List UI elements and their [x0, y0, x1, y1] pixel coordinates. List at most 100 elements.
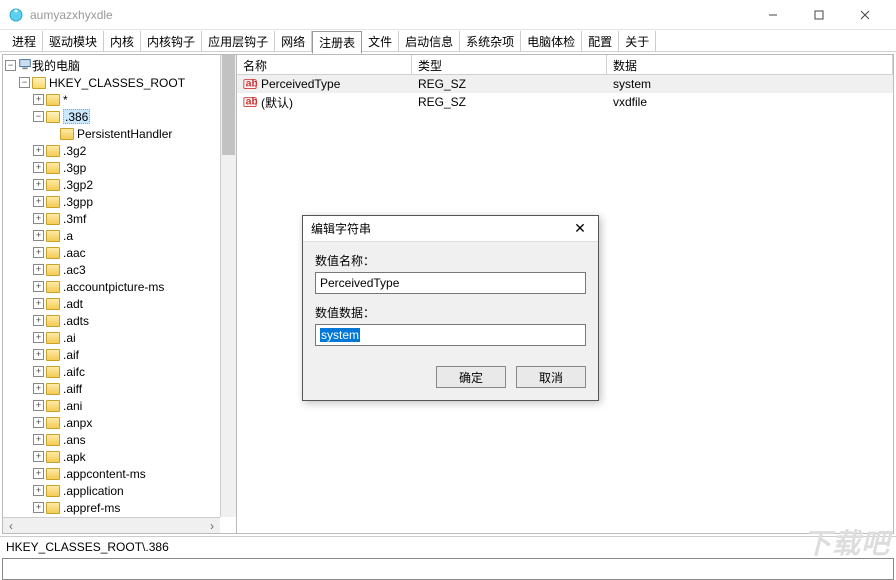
tree-item[interactable]: .3gpp — [63, 195, 93, 209]
tab-注册表[interactable]: 注册表 — [312, 31, 362, 54]
value-data-input[interactable]: system — [315, 324, 586, 346]
column-name[interactable]: 名称 — [237, 55, 412, 74]
computer-icon — [18, 57, 32, 74]
expand-toggle[interactable]: − — [19, 77, 30, 88]
tree-item[interactable]: .application — [63, 484, 124, 498]
tree-root[interactable]: 我的电脑 — [32, 57, 80, 74]
folder-icon — [46, 400, 60, 412]
tree-item[interactable]: .apk — [63, 450, 86, 464]
expand-toggle[interactable]: + — [33, 94, 44, 105]
tree-item[interactable]: * — [63, 93, 68, 107]
expand-toggle[interactable]: + — [33, 349, 44, 360]
command-input[interactable] — [2, 558, 894, 580]
expand-toggle[interactable]: − — [33, 111, 44, 122]
tab-应用层钩子[interactable]: 应用层钩子 — [202, 31, 275, 52]
tree-item[interactable]: .a — [63, 229, 73, 243]
tree-item[interactable]: .appref-ms — [63, 501, 120, 515]
tab-内核[interactable]: 内核 — [104, 31, 141, 52]
tree-item[interactable]: .3gp2 — [63, 178, 93, 192]
close-button[interactable] — [842, 0, 888, 30]
tab-进程[interactable]: 进程 — [6, 31, 43, 52]
value-type: REG_SZ — [412, 95, 607, 109]
tab-系统杂项[interactable]: 系统杂项 — [460, 31, 521, 52]
tab-文件[interactable]: 文件 — [362, 31, 399, 52]
folder-icon — [46, 349, 60, 361]
tab-内核钩子[interactable]: 内核钩子 — [141, 31, 202, 52]
column-type[interactable]: 类型 — [412, 55, 607, 74]
tab-关于[interactable]: 关于 — [619, 31, 656, 52]
folder-icon — [46, 383, 60, 395]
tree-item[interactable]: .ai — [63, 331, 76, 345]
folder-icon — [46, 332, 60, 344]
cancel-button[interactable]: 取消 — [516, 366, 586, 388]
expand-toggle[interactable]: − — [5, 60, 16, 71]
tree-item[interactable]: .aif — [63, 348, 79, 362]
minimize-button[interactable] — [750, 0, 796, 30]
tree-item[interactable]: .ani — [63, 399, 82, 413]
tree-item[interactable]: .aiff — [63, 382, 82, 396]
tree-item[interactable]: .3mf — [63, 212, 86, 226]
tree-item[interactable]: .adt — [63, 297, 83, 311]
tree-item[interactable]: .anpx — [63, 416, 92, 430]
tree-item[interactable]: .accountpicture-ms — [63, 280, 164, 294]
expand-toggle[interactable]: + — [33, 162, 44, 173]
value-name-input[interactable] — [315, 272, 586, 294]
tree-item[interactable]: .386 — [63, 109, 90, 124]
tree-item[interactable]: .aac — [63, 246, 86, 260]
expand-toggle[interactable]: + — [33, 213, 44, 224]
folder-icon — [60, 128, 74, 140]
expand-toggle[interactable]: + — [33, 281, 44, 292]
ok-button[interactable]: 确定 — [436, 366, 506, 388]
folder-icon — [32, 77, 46, 89]
tree-item[interactable]: .3g2 — [63, 144, 86, 158]
tree-item[interactable]: .ac3 — [63, 263, 86, 277]
expand-toggle[interactable]: + — [33, 264, 44, 275]
tree-hive[interactable]: HKEY_CLASSES_ROOT — [49, 76, 185, 90]
tree-item[interactable]: .adts — [63, 314, 89, 328]
expand-toggle[interactable]: + — [33, 315, 44, 326]
expand-toggle[interactable]: + — [33, 485, 44, 496]
tree-item[interactable]: .ans — [63, 433, 86, 447]
tree-item[interactable]: PersistentHandler — [77, 127, 172, 141]
table-row[interactable]: ab(默认)REG_SZvxdfile — [237, 93, 893, 111]
tab-驱动模块[interactable]: 驱动模块 — [43, 31, 104, 52]
tree-horizontal-scrollbar[interactable]: ‹ › — [3, 517, 220, 533]
expand-toggle[interactable]: + — [33, 417, 44, 428]
expand-toggle[interactable]: + — [33, 434, 44, 445]
expand-toggle[interactable]: + — [33, 145, 44, 156]
tab-网络[interactable]: 网络 — [275, 31, 312, 52]
table-row[interactable]: abPerceivedTypeREG_SZsystem — [237, 75, 893, 93]
expand-toggle[interactable]: + — [33, 298, 44, 309]
expand-toggle[interactable]: + — [33, 468, 44, 479]
scroll-left-arrow-icon[interactable]: ‹ — [3, 518, 19, 533]
expand-toggle[interactable]: + — [33, 179, 44, 190]
folder-icon — [46, 281, 60, 293]
expand-toggle[interactable]: + — [33, 230, 44, 241]
tab-配置[interactable]: 配置 — [582, 31, 619, 52]
scroll-right-arrow-icon[interactable]: › — [204, 518, 220, 533]
registry-tree[interactable]: −我的电脑−HKEY_CLASSES_ROOT+*−.386Persistent… — [5, 57, 218, 517]
tree-item[interactable]: .appcontent-ms — [63, 467, 146, 481]
expand-toggle[interactable]: + — [33, 502, 44, 513]
tree-vertical-scrollbar[interactable] — [220, 55, 236, 517]
expand-toggle[interactable]: + — [33, 451, 44, 462]
dialog-titlebar[interactable]: 编辑字符串 ✕ — [303, 216, 598, 242]
registry-tree-pane: −我的电脑−HKEY_CLASSES_ROOT+*−.386Persistent… — [3, 55, 237, 533]
expand-toggle[interactable]: + — [33, 196, 44, 207]
folder-icon — [46, 162, 60, 174]
folder-icon — [46, 434, 60, 446]
expand-toggle[interactable]: + — [33, 332, 44, 343]
dialog-close-button[interactable]: ✕ — [570, 219, 590, 239]
maximize-button[interactable] — [796, 0, 842, 30]
tab-启动信息[interactable]: 启动信息 — [399, 31, 460, 52]
expand-toggle[interactable]: + — [33, 366, 44, 377]
app-icon — [8, 7, 24, 23]
tree-item[interactable]: .3gp — [63, 161, 86, 175]
expand-toggle[interactable]: + — [33, 383, 44, 394]
column-data[interactable]: 数据 — [607, 55, 893, 74]
expand-toggle[interactable]: + — [33, 247, 44, 258]
tree-item[interactable]: .aifc — [63, 365, 85, 379]
tab-电脑体检[interactable]: 电脑体检 — [521, 31, 582, 52]
expand-toggle[interactable]: + — [33, 400, 44, 411]
svg-text:ab: ab — [246, 96, 257, 108]
